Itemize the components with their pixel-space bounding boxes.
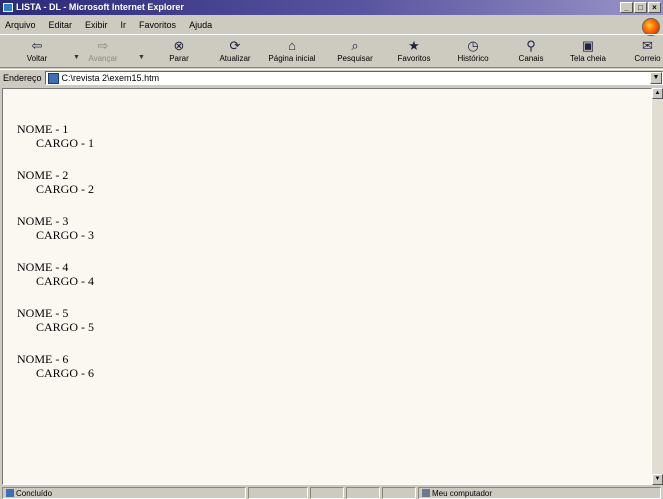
address-bar: Endereço C:\revista 2\exem15.htm ▼ bbox=[0, 69, 663, 86]
zone-text: Meu computador bbox=[432, 489, 493, 498]
home-icon: ⌂ bbox=[288, 38, 296, 53]
vertical-scrollbar[interactable]: ▲ ▼ bbox=[652, 88, 663, 485]
forward-button[interactable]: ⇨ Avançar bbox=[84, 35, 122, 69]
status-panel-blank bbox=[346, 487, 380, 499]
list-item: NOME - 3 CARGO - 3 bbox=[17, 214, 94, 242]
browser-window: LISTA - DL - Microsoft Internet Explorer… bbox=[0, 0, 663, 499]
search-button[interactable]: ⌕ Pesquisar bbox=[330, 35, 380, 69]
window-title: LISTA - DL - Microsoft Internet Explorer bbox=[16, 2, 184, 12]
history-button[interactable]: ◷ Histórico bbox=[447, 35, 499, 69]
scroll-down-icon[interactable]: ▼ bbox=[652, 474, 663, 485]
page-content: NOME - 1 CARGO - 1 NOME - 2 CARGO - 2 NO… bbox=[2, 88, 652, 485]
home-button[interactable]: ⌂ Página inicial bbox=[260, 35, 324, 69]
close-button[interactable]: × bbox=[648, 2, 661, 13]
back-arrow-icon: ⇦ bbox=[31, 38, 43, 53]
forward-dropdown-icon[interactable]: ▼ bbox=[138, 54, 145, 61]
minimize-button[interactable]: _ bbox=[620, 2, 633, 13]
mail-button[interactable]: ✉ Correio bbox=[632, 35, 663, 69]
window-controls: _ □ × bbox=[620, 2, 661, 13]
channels-button[interactable]: ⚲ Canais bbox=[510, 35, 552, 69]
nome-text: NOME - 5 bbox=[17, 306, 69, 320]
ie-app-icon[interactable] bbox=[3, 3, 13, 12]
status-panel-blank bbox=[310, 487, 344, 499]
nome-text: NOME - 2 bbox=[17, 168, 69, 182]
menu-arquivo[interactable]: Arquivo bbox=[5, 20, 36, 30]
cargo-text: CARGO - 2 bbox=[36, 182, 95, 196]
standard-toolbar: ⇦ Voltar ▼ ⇨ Avançar ▼ ⊗ Parar ⟳ Atualiz… bbox=[0, 34, 663, 68]
computer-icon bbox=[422, 489, 430, 497]
status-panel-blank bbox=[382, 487, 416, 499]
channels-icon: ⚲ bbox=[526, 38, 536, 53]
address-label: Endereço bbox=[3, 73, 42, 83]
status-panel-blank bbox=[248, 487, 308, 499]
page-done-icon bbox=[6, 489, 14, 497]
nome-text: NOME - 3 bbox=[17, 214, 69, 228]
favorites-button[interactable]: ★ Favoritos bbox=[389, 35, 439, 69]
scroll-up-icon[interactable]: ▲ bbox=[652, 88, 663, 99]
address-input[interactable]: C:\revista 2\exem15.htm ▼ bbox=[44, 71, 663, 85]
list-item: NOME - 5 CARGO - 5 bbox=[17, 306, 94, 334]
address-dropdown-icon[interactable]: ▼ bbox=[650, 72, 662, 84]
title-bar[interactable]: LISTA - DL - Microsoft Internet Explorer… bbox=[0, 0, 663, 15]
nome-text: NOME - 1 bbox=[17, 122, 69, 136]
list-item: NOME - 4 CARGO - 4 bbox=[17, 260, 94, 288]
status-text: Concluído bbox=[16, 489, 53, 498]
list-item: NOME - 2 CARGO - 2 bbox=[17, 168, 94, 196]
status-bar: Concluído Meu computador bbox=[0, 486, 663, 499]
maximize-button[interactable]: □ bbox=[634, 2, 647, 13]
cargo-text: CARGO - 6 bbox=[36, 366, 95, 380]
cargo-text: CARGO - 1 bbox=[36, 136, 95, 150]
back-button[interactable]: ⇦ Voltar bbox=[20, 35, 54, 69]
stop-icon: ⊗ bbox=[173, 38, 185, 53]
cargo-text: CARGO - 3 bbox=[36, 228, 95, 242]
cargo-text: CARGO - 4 bbox=[36, 274, 95, 288]
cargo-text: CARGO - 5 bbox=[36, 320, 95, 334]
fullscreen-icon: ▣ bbox=[581, 38, 595, 53]
list-item: NOME - 6 CARGO - 6 bbox=[17, 352, 94, 380]
menu-ir[interactable]: Ir bbox=[121, 20, 127, 30]
forward-arrow-icon: ⇨ bbox=[97, 38, 109, 53]
fullscreen-button[interactable]: ▣ Tela cheia bbox=[564, 35, 612, 69]
menu-favoritos[interactable]: Favoritos bbox=[139, 20, 176, 30]
list-item: NOME - 1 CARGO - 1 bbox=[17, 122, 94, 150]
menu-editar[interactable]: Editar bbox=[49, 20, 73, 30]
search-icon: ⌕ bbox=[351, 38, 359, 53]
page-icon bbox=[47, 72, 59, 84]
nome-text: NOME - 6 bbox=[17, 352, 69, 366]
stop-button[interactable]: ⊗ Parar bbox=[164, 35, 194, 69]
status-panel: Concluído bbox=[2, 487, 246, 499]
history-icon: ◷ bbox=[467, 38, 479, 53]
refresh-icon: ⟳ bbox=[229, 38, 241, 53]
address-value[interactable]: C:\revista 2\exem15.htm bbox=[62, 73, 160, 83]
zone-panel: Meu computador bbox=[418, 487, 661, 499]
back-dropdown-icon[interactable]: ▼ bbox=[73, 54, 80, 61]
menu-bar: Arquivo Editar Exibir Ir Favoritos Ajuda bbox=[0, 16, 663, 33]
menu-ajuda[interactable]: Ajuda bbox=[189, 20, 212, 30]
favorites-icon: ★ bbox=[408, 38, 420, 53]
mail-icon: ✉ bbox=[642, 38, 653, 53]
nome-text: NOME - 4 bbox=[17, 260, 69, 274]
menu-exibir[interactable]: Exibir bbox=[85, 20, 108, 30]
refresh-button[interactable]: ⟳ Atualizar bbox=[211, 35, 259, 69]
